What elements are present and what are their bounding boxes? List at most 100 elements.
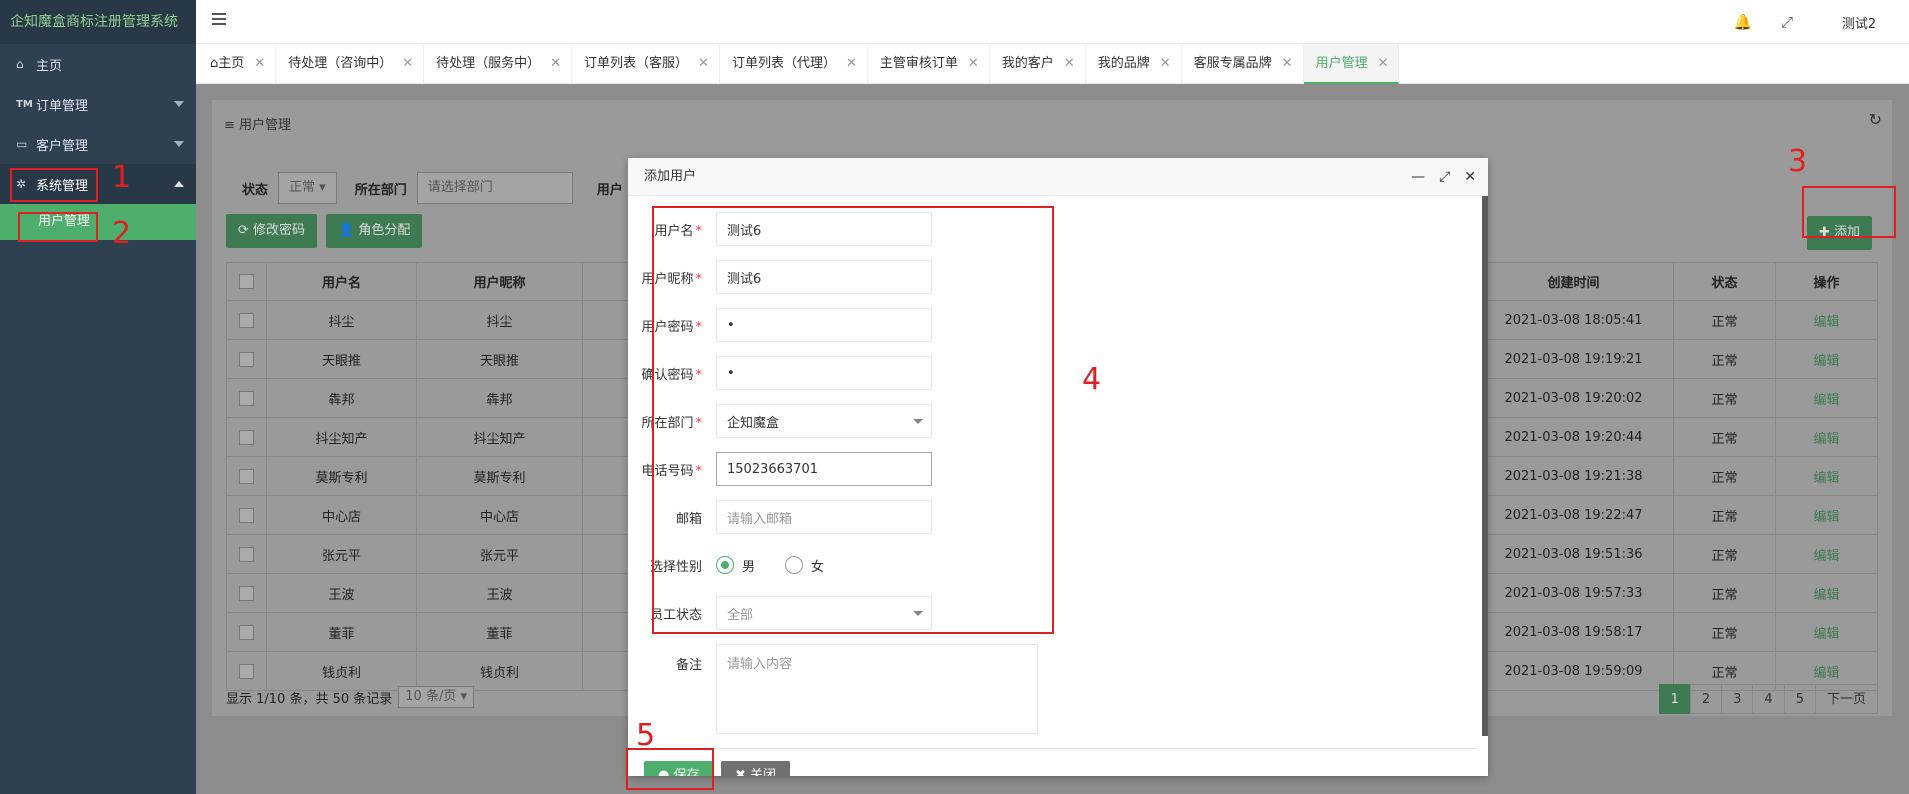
close-icon[interactable]: ✕ [550, 56, 561, 71]
close-icon[interactable]: ✕ [698, 56, 709, 71]
cell-created: 2021-03-08 19:19:21 [1473, 339, 1674, 379]
cell-created: 2021-03-08 19:20:44 [1473, 417, 1674, 457]
assign-role-button[interactable]: 👤 角色分配 [326, 214, 423, 248]
tab-orders-agent[interactable]: 订单列表（代理） ✕ [720, 44, 868, 84]
tab-my-brands[interactable]: 我的品牌 ✕ [1086, 44, 1182, 84]
cell-username: 董菲 [266, 612, 417, 652]
edit-link[interactable]: 编辑 [1775, 417, 1878, 457]
status-filter-select[interactable]: 正常 ▾ [278, 172, 337, 204]
page-1[interactable]: 1 [1658, 684, 1691, 714]
next-page[interactable]: 下一页 [1814, 684, 1878, 714]
close-icon[interactable]: ✕ [1160, 56, 1171, 71]
sidebar-item-orders[interactable]: TM 订单管理 [0, 84, 196, 124]
close-icon[interactable]: ✕ [1064, 56, 1075, 71]
tab-home[interactable]: ⌂主页 ✕ [196, 44, 277, 84]
remark-textarea[interactable]: 请输入内容 [716, 644, 1038, 734]
row-checkbox[interactable] [239, 585, 254, 601]
row-checkbox[interactable] [239, 624, 254, 640]
tab-orders-service[interactable]: 订单列表（客服） ✕ [572, 44, 720, 84]
cell-nickname: 张元平 [416, 534, 583, 574]
cell-nickname: 天眼推 [416, 339, 583, 379]
dept-filter-select[interactable]: 请选择部门 [416, 172, 573, 204]
row-checkbox[interactable] [239, 468, 254, 484]
col-nickname[interactable]: 用户昵称 [416, 262, 583, 301]
cell-nickname: 董菲 [416, 612, 583, 652]
cell-username: 抖尘知产 [266, 417, 417, 457]
select-all-checkbox[interactable] [239, 274, 254, 289]
page-3[interactable]: 3 [1721, 684, 1754, 714]
close-icon[interactable]: ✕ [254, 56, 265, 71]
edit-link[interactable]: 编辑 [1775, 339, 1878, 379]
page-size-select[interactable]: 10 条/页 ▾ [398, 686, 474, 708]
sidebar-item-home[interactable]: ⌂ 主页 [0, 44, 196, 84]
edit-link[interactable]: 编辑 [1775, 495, 1878, 535]
annotation-number-4: 4 [1082, 362, 1102, 397]
tab-exclusive-brands[interactable]: 客服专属品牌 ✕ [1182, 44, 1304, 84]
close-icon[interactable]: ✕ [968, 56, 979, 71]
edit-link[interactable]: 编辑 [1775, 300, 1878, 340]
page-4[interactable]: 4 [1752, 684, 1785, 714]
menu-toggle-icon[interactable] [212, 13, 226, 27]
maximize-icon[interactable]: ⤢ [1439, 158, 1450, 196]
edit-link[interactable]: 编辑 [1775, 534, 1878, 574]
bell-icon[interactable]: 🔔 [1721, 13, 1765, 31]
tab-consulting[interactable]: 待处理（咨询中） ✕ [276, 44, 425, 84]
annotation-box-4 [652, 206, 1054, 634]
close-icon[interactable]: ✕ [1464, 158, 1476, 196]
cell-status: 正常 [1673, 456, 1776, 496]
close-icon[interactable]: ✕ [1378, 56, 1389, 71]
edit-link[interactable]: 编辑 [1775, 456, 1878, 496]
cell-nickname: 莫斯专利 [416, 456, 583, 496]
close-icon[interactable]: ✕ [1282, 56, 1293, 71]
tab-in-service[interactable]: 待处理（服务中） ✕ [424, 44, 573, 84]
caret-up-icon [174, 181, 184, 187]
row-checkbox[interactable] [239, 663, 254, 679]
cell-created: 2021-03-08 19:20:02 [1473, 378, 1674, 418]
cell-nickname: 抖尘知产 [416, 417, 583, 457]
col-status: 状态 [1673, 262, 1776, 301]
annotation-box-3 [1802, 186, 1896, 238]
edit-link[interactable]: 编辑 [1775, 612, 1878, 652]
col-created[interactable]: 创建时间 [1473, 262, 1674, 301]
close-button[interactable]: ✖ 关闭 [721, 761, 791, 776]
fullscreen-icon[interactable]: ⤢ [1765, 13, 1809, 31]
annotation-number-3: 3 [1788, 144, 1808, 179]
sidebar-item-customers[interactable]: ▭ 客户管理 [0, 124, 196, 164]
dialog-scrollbar[interactable] [1482, 196, 1488, 736]
close-icon[interactable]: ✕ [846, 56, 857, 71]
col-username[interactable]: 用户名 [266, 262, 417, 301]
record-info: 显示 1/10 条，共 50 条记录 [226, 691, 393, 707]
cell-status: 正常 [1673, 495, 1776, 535]
minimize-icon[interactable]: — [1411, 158, 1425, 196]
row-checkbox[interactable] [239, 390, 254, 406]
cell-created: 2021-03-08 19:59:09 [1473, 651, 1674, 691]
cell-status: 正常 [1673, 417, 1776, 457]
tab-user-management[interactable]: 用户管理 ✕ [1303, 44, 1400, 84]
close-icon[interactable]: ✕ [402, 56, 413, 71]
cell-username: 抖尘 [266, 300, 417, 340]
row-checkbox[interactable] [239, 312, 254, 328]
home-icon: ⌂ [16, 57, 24, 71]
tab-my-customers[interactable]: 我的客户 ✕ [990, 44, 1086, 84]
dialog-controls: — ⤢ ✕ [1411, 158, 1476, 196]
cell-status: 正常 [1673, 612, 1776, 652]
dialog-header: 添加用户 — ⤢ ✕ [628, 158, 1488, 196]
row-checkbox[interactable] [239, 351, 254, 367]
app-root: 企知魔盒商标注册管理系统 ⌂ 主页 TM 订单管理 ▭ 客户管理 ✲ 系统管理 … [0, 0, 1909, 794]
col-action: 操作 [1775, 262, 1878, 301]
change-password-button[interactable]: ⟳ 修改密码 [226, 214, 318, 248]
page-5[interactable]: 5 [1783, 684, 1816, 714]
cell-created: 2021-03-08 19:57:33 [1473, 573, 1674, 613]
cell-status: 正常 [1673, 534, 1776, 574]
cell-created: 2021-03-08 19:58:17 [1473, 612, 1674, 652]
annotation-number-5: 5 [636, 718, 656, 753]
row-checkbox[interactable] [239, 507, 254, 523]
refresh-icon[interactable]: ↻ [1869, 110, 1882, 129]
row-checkbox[interactable] [239, 429, 254, 445]
page-2[interactable]: 2 [1689, 684, 1723, 714]
edit-link[interactable]: 编辑 [1775, 378, 1878, 418]
tab-supervisor-review[interactable]: 主管审核订单 ✕ [868, 44, 990, 84]
row-checkbox[interactable] [239, 546, 254, 562]
edit-link[interactable]: 编辑 [1775, 573, 1878, 613]
user-name[interactable]: 测试2 [1809, 13, 1909, 32]
